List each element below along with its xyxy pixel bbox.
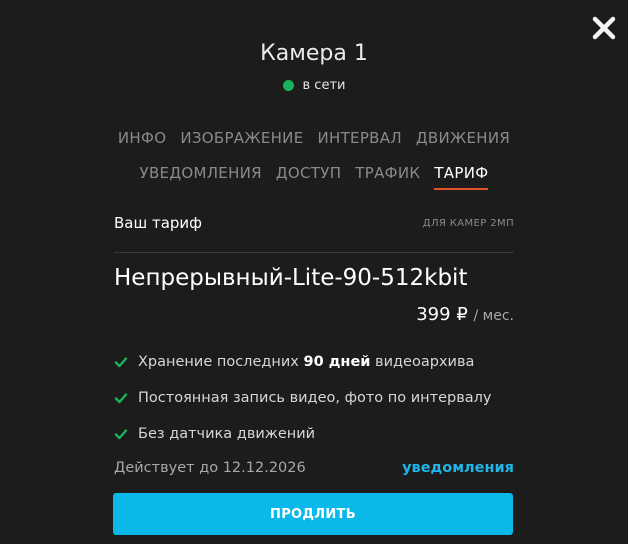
tab-motion[interactable]: ДВИЖЕНИЯ <box>416 129 510 153</box>
tab-tariff[interactable]: ТАРИФ <box>434 164 489 190</box>
status-dot-icon <box>282 80 294 91</box>
feature-text: Без датчика движений <box>138 426 316 442</box>
plan-camera-type: ДЛЯ КАМЕР 2МП <box>422 217 514 229</box>
check-icon <box>114 429 128 440</box>
close-icon[interactable] <box>590 14 618 42</box>
feature-item: Хранение последних 90 дней видеоархива <box>114 344 514 380</box>
tab-image[interactable]: ИЗОБРАЖЕНИЕ <box>180 129 303 153</box>
tabs-row-1: ИНФО ИЗОБРАЖЕНИЕ ИНТЕРВАЛ ДВИЖЕНИЯ <box>0 129 628 153</box>
price-value: 399 ₽ <box>416 304 468 325</box>
valid-until: Действует до 12.12.2026 <box>114 460 306 476</box>
feature-text: Хранение последних 90 дней видеоархива <box>138 354 475 370</box>
tab-traffic[interactable]: ТРАФИК <box>355 164 420 190</box>
plan-name: Непрерывный-Lite-90-512kbit <box>114 265 468 291</box>
tab-notifications[interactable]: УВЕДОМЛЕНИЯ <box>140 164 262 190</box>
plan-label: Ваш тариф <box>114 214 203 232</box>
tab-info[interactable]: ИНФО <box>118 129 166 153</box>
feature-list: Хранение последних 90 дней видеоархива П… <box>114 344 514 452</box>
feature-item: Без датчика движений <box>114 416 514 452</box>
feature-item: Постоянная запись видео, фото по интерва… <box>114 380 514 416</box>
check-icon <box>114 393 128 404</box>
price-period: / мес. <box>473 308 515 324</box>
notifications-link[interactable]: уведомления <box>402 460 514 476</box>
divider <box>114 252 514 253</box>
plan-price: 399 ₽ / мес. <box>416 304 514 325</box>
tab-access[interactable]: ДОСТУП <box>276 164 341 190</box>
status-indicator: в сети <box>0 78 628 93</box>
tab-interval[interactable]: ИНТЕРВАЛ <box>317 129 401 153</box>
plan-header: Ваш тариф ДЛЯ КАМЕР 2МП <box>114 214 514 232</box>
feature-text: Постоянная запись видео, фото по интерва… <box>138 390 492 406</box>
renew-button[interactable]: ПРОДЛИТЬ <box>113 493 513 535</box>
camera-title: Камера 1 <box>260 41 368 66</box>
check-icon <box>114 357 128 368</box>
status-text: в сети <box>302 78 346 93</box>
tabs-row-2: УВЕДОМЛЕНИЯ ДОСТУП ТРАФИК ТАРИФ <box>0 164 628 190</box>
